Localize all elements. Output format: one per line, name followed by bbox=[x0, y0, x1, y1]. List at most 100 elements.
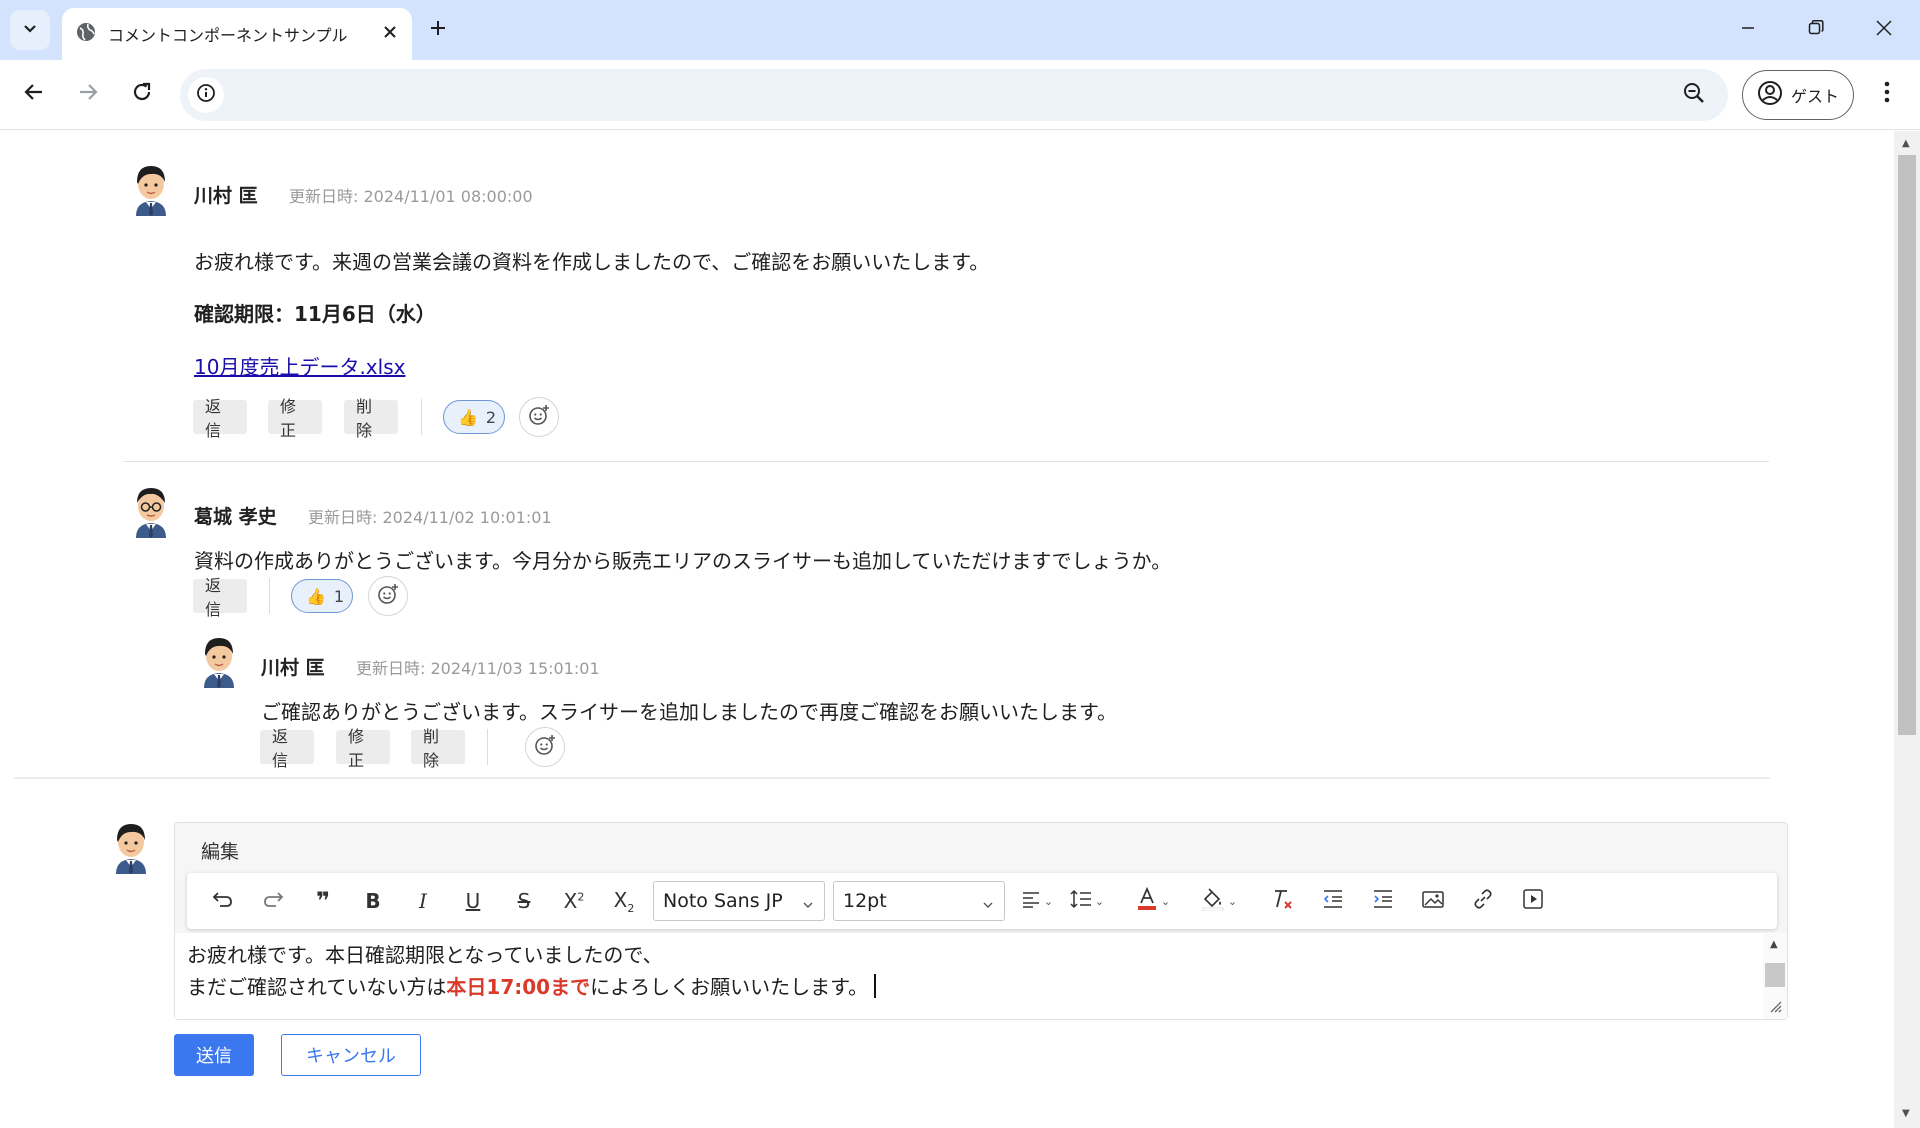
browser-tab[interactable]: コメントコンポーネントサンプル bbox=[62, 8, 412, 60]
undo-button[interactable] bbox=[205, 884, 241, 918]
reply-button[interactable]: 返信 bbox=[260, 727, 314, 770]
editor-text[interactable]: お疲れ様です。本日確認期限となっていましたので、 まだご確認されていない方は本日… bbox=[187, 939, 876, 1003]
scroll-down-arrow[interactable]: ▼ bbox=[1902, 1109, 1912, 1119]
man-glasses-avatar-icon bbox=[136, 488, 166, 538]
underline-icon: U bbox=[465, 889, 481, 913]
close-icon[interactable] bbox=[382, 24, 398, 44]
avatar bbox=[196, 632, 242, 692]
blockquote-button[interactable]: ❞ bbox=[305, 884, 341, 918]
comment-body: ご確認ありがとうございます。スライサーを追加しましたので再度ご確認をお願いいたし… bbox=[261, 700, 1117, 724]
edit-button[interactable]: 修正 bbox=[336, 727, 390, 770]
browser-toolbar: ゲスト bbox=[0, 60, 1920, 130]
plus-icon bbox=[429, 19, 447, 41]
comment-body: お疲れ様です。来週の営業会議の資料を作成しましたので、ご確認をお願いいたします。 bbox=[194, 250, 990, 274]
man-avatar-icon bbox=[136, 166, 166, 216]
font-family-value: Noto Sans JP bbox=[663, 890, 783, 912]
alignment-dropdown[interactable]: ⌄ bbox=[1015, 884, 1059, 918]
font-size-select[interactable]: 12pt bbox=[833, 881, 1005, 921]
underline-button[interactable]: U bbox=[455, 884, 491, 918]
chevron-down-icon: ⌄ bbox=[1227, 894, 1238, 908]
subscript-button[interactable]: X2 bbox=[606, 884, 642, 918]
reload-icon bbox=[131, 81, 153, 107]
add-reaction-button[interactable] bbox=[525, 727, 565, 767]
bold-button[interactable]: B bbox=[355, 884, 391, 918]
line-height-icon bbox=[1070, 889, 1092, 914]
insert-image-button[interactable] bbox=[1415, 884, 1451, 918]
delete-button[interactable]: 削除 bbox=[411, 727, 465, 770]
italic-icon: I bbox=[419, 889, 427, 913]
zoom-button[interactable] bbox=[1680, 81, 1708, 109]
font-family-select[interactable]: Noto Sans JP bbox=[653, 881, 825, 921]
reload-button[interactable] bbox=[122, 74, 162, 114]
editor-line-1: お疲れ様です。本日確認期限となっていましたので、 bbox=[187, 943, 663, 967]
clear-format-icon bbox=[1271, 888, 1295, 915]
scroll-up-arrow[interactable]: ▲ bbox=[1770, 939, 1778, 950]
divider bbox=[421, 399, 422, 435]
profile-button[interactable]: ゲスト bbox=[1742, 70, 1854, 120]
tab-title: コメントコンポーネントサンプル bbox=[108, 26, 348, 45]
video-icon bbox=[1522, 888, 1544, 915]
superscript-button[interactable]: X2 bbox=[556, 884, 592, 918]
close-window-button[interactable] bbox=[1860, 10, 1908, 50]
scroll-up-arrow[interactable]: ▲ bbox=[1902, 139, 1912, 149]
add-reaction-button[interactable] bbox=[519, 397, 559, 437]
reaction-thumbs-up[interactable]: 👍 2 bbox=[443, 400, 505, 434]
redo-button[interactable] bbox=[255, 884, 291, 918]
comment-editor: 編集 ❞ B I U S X2 X2 Noto Sans JP 12pt ⌄ ⌄… bbox=[174, 822, 1788, 1020]
insert-link-button[interactable] bbox=[1465, 884, 1501, 918]
tab-bar: コメントコンポーネントサンプル bbox=[0, 0, 1920, 60]
reply-button[interactable]: 返信 bbox=[193, 397, 247, 440]
cancel-button[interactable]: キャンセル bbox=[281, 1034, 421, 1076]
comment-body: 資料の作成ありがとうございます。今月分から販売エリアのスライサーも追加していただ… bbox=[194, 549, 1172, 573]
line-height-dropdown[interactable]: ⌄ bbox=[1065, 884, 1109, 918]
chevron-down-icon bbox=[802, 894, 814, 916]
restore-button[interactable] bbox=[1792, 10, 1840, 50]
editor-scrollbar[interactable]: ▲ bbox=[1763, 933, 1787, 1019]
resize-handle-icon[interactable] bbox=[1769, 999, 1783, 1018]
man-avatar-icon bbox=[116, 824, 146, 874]
italic-button[interactable]: I bbox=[405, 884, 441, 918]
site-info-button[interactable] bbox=[188, 77, 224, 113]
add-reaction-button[interactable] bbox=[368, 576, 408, 616]
edit-button[interactable]: 修正 bbox=[268, 397, 322, 440]
attachment-link[interactable]: 10月度売上データ.xlsx bbox=[194, 351, 405, 380]
address-bar[interactable] bbox=[180, 69, 1728, 121]
reply-button[interactable]: 返信 bbox=[193, 576, 247, 619]
background-color-dropdown[interactable]: ⌄ bbox=[1197, 884, 1241, 918]
comment-author: 葛城 孝史 bbox=[194, 506, 277, 528]
bold-icon: B bbox=[365, 889, 381, 913]
browser-menu-button[interactable] bbox=[1872, 74, 1902, 114]
restore-icon bbox=[1807, 19, 1825, 41]
back-button[interactable] bbox=[14, 74, 54, 114]
insert-video-button[interactable] bbox=[1515, 884, 1551, 918]
new-tab-button[interactable] bbox=[420, 12, 456, 48]
add-emoji-icon bbox=[376, 582, 400, 610]
font-color-dropdown[interactable]: ⌄ bbox=[1131, 884, 1175, 918]
redo-icon bbox=[262, 889, 284, 914]
comment-timestamp: 更新日時: 2024/11/03 15:01:01 bbox=[356, 659, 600, 678]
tab-search-button[interactable] bbox=[10, 10, 50, 50]
editor-highlight-text: 本日17:00まで bbox=[446, 975, 591, 999]
page-scrollbar[interactable]: ▲ ▼ bbox=[1894, 131, 1920, 1128]
scroll-thumb[interactable] bbox=[1765, 963, 1785, 987]
outdent-button[interactable] bbox=[1315, 884, 1351, 918]
comment-deadline: 確認期限：11月6日（水） bbox=[194, 302, 436, 326]
arrow-left-icon bbox=[23, 81, 45, 107]
scroll-thumb[interactable] bbox=[1898, 155, 1916, 735]
strikethrough-button[interactable]: S bbox=[506, 884, 542, 918]
add-emoji-icon bbox=[533, 733, 557, 761]
reaction-thumbs-up[interactable]: 👍 1 bbox=[291, 579, 353, 613]
globe-icon bbox=[76, 22, 96, 46]
divider bbox=[269, 578, 270, 614]
chevron-down-icon bbox=[982, 894, 994, 916]
forward-button[interactable] bbox=[68, 74, 108, 114]
indent-button[interactable] bbox=[1365, 884, 1401, 918]
delete-button[interactable]: 削除 bbox=[344, 397, 398, 440]
reaction-count: 2 bbox=[485, 407, 497, 427]
send-button[interactable]: 送信 bbox=[174, 1034, 254, 1076]
clear-format-button[interactable] bbox=[1265, 884, 1301, 918]
minimize-button[interactable] bbox=[1724, 10, 1772, 50]
editor-content[interactable]: お疲れ様です。本日確認期限となっていましたので、 まだご確認されていない方は本日… bbox=[175, 933, 1787, 1019]
outdent-icon bbox=[1322, 889, 1344, 914]
font-color-icon bbox=[1136, 886, 1158, 916]
